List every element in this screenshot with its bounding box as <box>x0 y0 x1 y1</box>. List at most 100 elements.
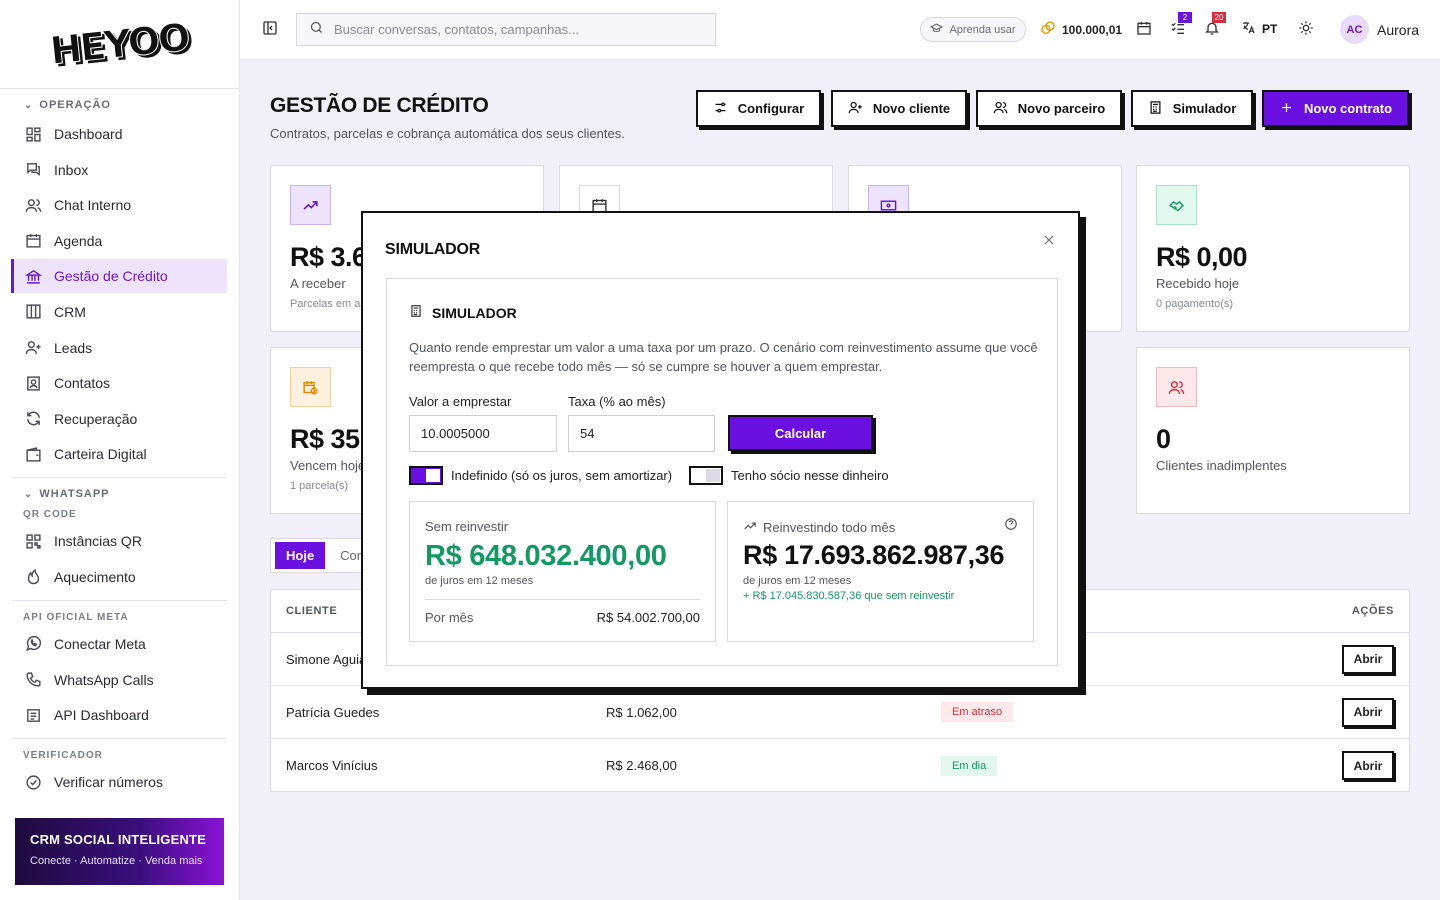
page-title: GESTÃO DE CRÉDITO <box>270 94 489 117</box>
calculate-button[interactable]: Calcular <box>728 415 873 451</box>
section-operacao[interactable]: ⌄ OPERAÇÃO <box>12 97 227 113</box>
sidebar-item-dashboard[interactable]: Dashboard <box>12 117 227 151</box>
sidebar-item-contatos[interactable]: Contatos <box>12 366 227 400</box>
language-selector[interactable]: PT <box>1241 20 1277 38</box>
toggle-partner-row[interactable]: Tenho sócio nesse dinheiro <box>689 466 889 485</box>
bank-icon <box>24 267 42 285</box>
sidebar-item-chat-interno[interactable]: Chat Interno <box>12 188 227 222</box>
sidebar-item-crm[interactable]: CRM <box>12 295 227 329</box>
sidebar-item-api-dashboard[interactable]: API Dashboard <box>12 698 227 732</box>
api-icon <box>24 706 42 724</box>
sidebar-item-recuperacao[interactable]: Recuperação <box>12 402 227 436</box>
sidebar-item-conectar-meta[interactable]: Conectar Meta <box>12 627 227 661</box>
sidebar-item-gestao-credito[interactable]: Gestão de Crédito <box>11 259 227 294</box>
divider <box>12 477 227 479</box>
partner-toggle[interactable] <box>689 466 723 485</box>
tasks-badge: 2 <box>1178 12 1192 23</box>
bell-icon[interactable]: 20 <box>1204 12 1226 38</box>
flame-icon <box>24 568 42 586</box>
card-label: Clientes inadimplentes <box>1156 458 1287 473</box>
open-button[interactable]: Abrir <box>1342 697 1394 727</box>
sidebar-item-label: Agenda <box>54 232 103 249</box>
sliders-icon <box>713 100 728 118</box>
user-plus-icon <box>24 339 42 357</box>
contact-icon <box>24 374 42 392</box>
rate-input[interactable] <box>568 415 715 452</box>
sidebar-item-inbox[interactable]: Inbox <box>12 153 227 187</box>
close-icon[interactable] <box>1042 233 1058 249</box>
card-label: Vencem hoje <box>290 458 366 473</box>
card-value: R$ 35 <box>290 424 360 454</box>
sidebar-item-instancias-qr[interactable]: Instâncias QR <box>12 524 227 558</box>
sidebar-item-verificar[interactable]: Verificar números <box>12 765 227 799</box>
calendar-icon[interactable] <box>1136 20 1154 38</box>
sidebar-item-agenda[interactable]: Agenda <box>12 224 227 258</box>
result-extra: + R$ 17.045.830.587,36 que sem reinvesti… <box>743 590 955 602</box>
sidebar-item-label: Recuperação <box>54 410 138 427</box>
card-sub: 0 pagamento(s) <box>1156 298 1234 310</box>
open-button[interactable]: Abrir <box>1342 644 1394 674</box>
sidebar-collapse-icon[interactable] <box>262 20 278 36</box>
result-no-reinvest: Sem reinvestir R$ 648.032.400,00 de juro… <box>409 501 716 642</box>
card-received-today: R$ 0,00 Recebido hoje 0 pagamento(s) <box>1136 165 1410 332</box>
sidebar-item-label: Aquecimento <box>54 568 136 585</box>
divider <box>425 599 700 600</box>
result-reinvest: Reinvestindo todo mês R$ 17.693.862.987,… <box>727 501 1034 642</box>
new-client-button[interactable]: Novo cliente <box>831 90 967 127</box>
logo-text: HEYOO <box>48 14 191 74</box>
trending-up-icon <box>743 519 757 536</box>
phone-icon <box>24 671 42 689</box>
inbox-icon <box>24 161 42 179</box>
client-value: R$ 2.468,00 <box>606 758 677 773</box>
new-contract-button[interactable]: Novo contrato <box>1262 90 1409 127</box>
sidebar-item-label: Instâncias QR <box>54 533 142 550</box>
search-icon <box>309 20 324 40</box>
sidebar-item-label: Gestão de Crédito <box>54 268 168 285</box>
topbar: Aprenda usar 100.000,01 2 20 PT AC Auror… <box>240 0 1440 60</box>
rate-label: Taxa (% ao mês) <box>568 394 666 409</box>
chevron-down-icon: ⌄ <box>24 99 34 111</box>
user-plus-icon <box>848 100 863 118</box>
sidebar-item-label: Verificar números <box>54 774 163 791</box>
amount-input[interactable] <box>409 415 557 452</box>
logo[interactable]: HEYOO <box>0 0 239 89</box>
calculator-icon <box>1148 100 1163 118</box>
sidebar-item-whatsapp-calls[interactable]: WhatsApp Calls <box>12 663 227 697</box>
search-box[interactable] <box>296 13 716 46</box>
card-value: 0 <box>1156 424 1171 454</box>
search-input[interactable] <box>334 22 694 37</box>
sidebar-item-label: Chat Interno <box>54 197 132 214</box>
calendar-clock-icon <box>290 367 331 407</box>
graduation-cap-icon <box>930 22 944 38</box>
tasks-icon[interactable]: 2 <box>1170 12 1192 38</box>
new-partner-button[interactable]: Novo parceiro <box>976 90 1122 127</box>
user-menu[interactable]: AC Aurora <box>1340 15 1419 44</box>
learn-button[interactable]: Aprenda usar <box>920 17 1026 42</box>
card-sub: 1 parcela(s) <box>290 480 349 492</box>
simulator-button[interactable]: Simulador <box>1131 90 1253 127</box>
sidebar-item-carteira[interactable]: Carteira Digital <box>12 437 227 471</box>
toggle-undefined-row[interactable]: Indefinido (só os juros, sem amortizar) <box>409 466 672 485</box>
sun-icon[interactable] <box>1298 20 1316 38</box>
sidebar-item-label: Dashboard <box>54 126 123 142</box>
tab-today[interactable]: Hoje <box>275 542 326 569</box>
partner-toggle-label: Tenho sócio nesse dinheiro <box>731 468 889 483</box>
open-button[interactable]: Abrir <box>1342 751 1394 780</box>
section-whatsapp[interactable]: ⌄ WHATSAPP <box>12 486 227 502</box>
sidebar-item-leads[interactable]: Leads <box>12 331 227 365</box>
whatsapp-icon <box>24 635 42 653</box>
undefined-toggle[interactable] <box>409 466 443 485</box>
language-code: PT <box>1262 22 1278 36</box>
help-icon[interactable] <box>1004 517 1018 531</box>
promo-subtitle: Conecte · Automatize · Venda mais <box>30 855 203 867</box>
header-client: CLIENTE <box>286 605 338 617</box>
configure-button[interactable]: Configurar <box>696 90 821 127</box>
subhead-qr: QR CODE <box>23 509 77 521</box>
calculator-icon <box>409 304 423 321</box>
promo-banner[interactable]: CRM SOCIAL INTELIGENTE Conecte · Automat… <box>15 818 224 885</box>
credits-balance[interactable]: 100.000,01 <box>1040 20 1122 39</box>
divider <box>12 599 227 601</box>
sidebar-item-aquecimento[interactable]: Aquecimento <box>12 560 227 594</box>
columns-icon <box>24 303 42 321</box>
client-name: Patrícia Guedes <box>286 704 380 720</box>
